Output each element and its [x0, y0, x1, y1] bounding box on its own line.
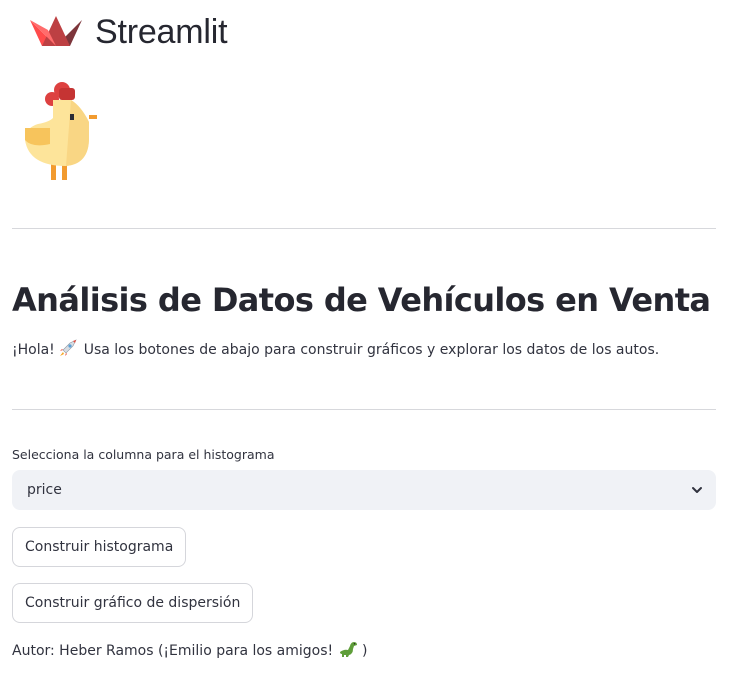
logo-text: Streamlit — [95, 13, 228, 51]
histogram-column-select[interactable]: price — [12, 470, 716, 510]
author-suffix: ) — [362, 643, 368, 659]
streamlit-crown-icon — [30, 16, 82, 46]
intro-body: Usa los botones de abajo para construir … — [83, 342, 660, 358]
divider-top — [12, 228, 716, 229]
page-title: Análisis de Datos de Vehículos en Venta — [12, 281, 711, 319]
author-prefix: Autor: Heber Ramos (¡Emilio para los ami… — [12, 643, 334, 659]
histogram-select-value: price — [27, 482, 62, 498]
chevron-down-icon — [692, 487, 702, 493]
histogram-select-label: Selecciona la columna para el histograma — [12, 447, 275, 462]
dinosaur-icon — [339, 642, 357, 657]
chicken-illustration — [25, 82, 97, 180]
streamlit-logo[interactable]: Streamlit — [30, 13, 228, 51]
intro-text: ¡Hola! Usa los botones de abajo para con… — [12, 339, 659, 361]
build-scatter-button[interactable]: Construir gráfico de dispersión — [12, 583, 254, 623]
divider-bottom — [12, 409, 716, 410]
intro-greeting: ¡Hola! — [12, 342, 55, 358]
author-text: Autor: Heber Ramos (¡Emilio para los ami… — [12, 640, 368, 662]
build-histogram-button[interactable]: Construir histograma — [12, 527, 187, 567]
rocket-icon — [60, 339, 77, 356]
